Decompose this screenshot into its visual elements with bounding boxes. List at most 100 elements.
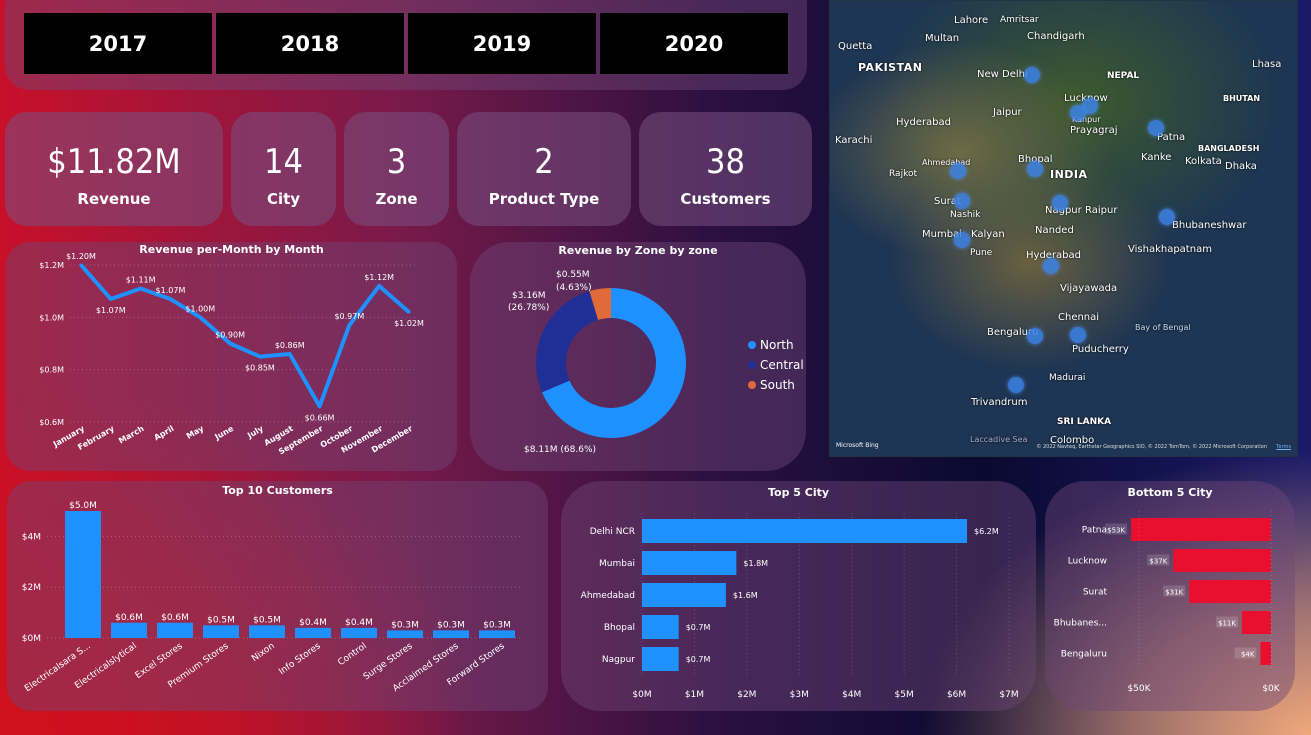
y-tick-label: Ahmedabad xyxy=(581,591,635,601)
map-label-bay: Bay of Bengal xyxy=(1135,323,1191,332)
data-label: $1.02M xyxy=(394,319,424,328)
data-label: $1.20M xyxy=(66,252,96,261)
map-bubble-ahmedabad[interactable] xyxy=(950,163,966,179)
data-label: $1.6M xyxy=(733,591,758,600)
map-label-prayagraj: Prayagraj xyxy=(1070,125,1118,136)
legend-central[interactable]: Central xyxy=(748,358,804,372)
bar xyxy=(642,615,679,639)
legend-dot xyxy=(748,341,756,349)
x-tick-label: $6M xyxy=(947,690,966,700)
bar xyxy=(642,647,679,671)
kpi-label: City xyxy=(266,190,301,208)
bottom-city-bar-chart[interactable]: $53KPatna $37K Lucknow $31K Surat $11K Bhubane… xyxy=(1045,481,1295,711)
bar xyxy=(1131,518,1271,541)
x-tick-label: June xyxy=(213,424,236,442)
legend-label: South xyxy=(760,378,795,392)
map-label-sea: Laccadive Sea xyxy=(970,435,1028,444)
bar xyxy=(642,583,726,607)
x-tick-label: April xyxy=(152,424,175,443)
map-label-india: INDIA xyxy=(1050,168,1088,181)
bottom-city-chart-panel: Bottom 5 City $53K Patna $37K Lucknow $31K Su… xyxy=(1045,481,1295,711)
y-tick-label: $0.6M xyxy=(39,418,64,427)
map-label-nanded: Nanded xyxy=(1035,225,1074,236)
bar xyxy=(479,630,515,638)
kpi-value: 14 xyxy=(264,142,303,182)
y-tick-label: Bengaluru xyxy=(1061,650,1107,660)
map-bubble-bhopal[interactable] xyxy=(1027,161,1043,177)
bar xyxy=(1241,611,1271,634)
x-tick-label: $0M xyxy=(632,690,651,700)
map-label-puducherry: Puducherry xyxy=(1072,344,1129,355)
bar xyxy=(65,511,101,638)
data-label: $0.5M xyxy=(253,615,281,625)
data-label: (4.63%) xyxy=(556,283,592,293)
line-point xyxy=(258,355,262,359)
top-city-bar-chart[interactable]: $0M $1M $2M $3M $4M $5M $6M $7M $6.2M Delhi NCR $1… xyxy=(561,481,1036,711)
x-tick-label: July xyxy=(245,424,265,441)
map-label-lahore: Lahore xyxy=(954,15,989,26)
map-label-nepal: NEPAL xyxy=(1107,71,1140,81)
y-tick-label: Delhi NCR xyxy=(590,527,635,537)
kpi-card-city: 14 City xyxy=(231,112,336,226)
map-bubble-mumbai[interactable] xyxy=(954,232,970,248)
map-bubble-chennai[interactable] xyxy=(1070,327,1086,343)
bar xyxy=(249,625,285,638)
map-bubble-kanpur[interactable] xyxy=(1070,105,1086,121)
line-point xyxy=(139,287,143,291)
year-button-2019[interactable]: 2019 xyxy=(408,13,596,74)
data-label: $1.12M xyxy=(364,273,394,282)
bar xyxy=(1173,549,1271,572)
map-label-srilanka: SRI LANKA xyxy=(1057,417,1112,427)
y-tick-label: Nagpur xyxy=(602,655,635,665)
map-label-bhutan: BHUTAN xyxy=(1223,94,1261,103)
revenue-month-line-chart[interactable]: $1.2M$1.0M$0.8M$0.6M$1.20M$1.07M$1.11M$1… xyxy=(6,242,457,471)
y-tick-label: $0M xyxy=(22,634,41,644)
data-label: $0.66M xyxy=(305,413,335,422)
map-label-newdelhi: New Delhi xyxy=(977,69,1028,80)
kpi-card-zone: 3 Zone xyxy=(344,112,449,226)
map-label-amritsar: Amritsar xyxy=(1000,15,1039,25)
map-label-vishakhapatnam: Vishakhapatnam xyxy=(1128,244,1212,255)
map-bubble-bengaluru[interactable] xyxy=(1027,328,1043,344)
year-button-2018[interactable]: 2018 xyxy=(216,13,404,74)
revenue-zone-donut-chart[interactable]: $8.11M (68.6%) $3.16M (26.78%) $0.55M (4.63%… xyxy=(470,242,806,471)
map-bubble-bhubaneshwar[interactable] xyxy=(1159,209,1175,225)
map-terms-link[interactable]: Terms xyxy=(1276,444,1291,450)
legend-label: North xyxy=(760,338,794,352)
bar xyxy=(295,627,331,638)
data-label: $0.7M xyxy=(686,623,711,632)
kpi-card-customers: 38 Customers xyxy=(639,112,812,226)
top-customers-chart-panel: Top 10 Customers $4M $2M $0M $5.0M Electrica… xyxy=(7,481,548,711)
map-bubble-tiruppur[interactable] xyxy=(1008,377,1024,393)
data-label: $0.7M xyxy=(686,655,711,664)
line-point xyxy=(228,342,232,345)
top-customers-bar-chart[interactable]: $4M$2M$0M$5.0MElectricalsara S...$0.6MEl… xyxy=(7,481,548,711)
data-label: $0.55M xyxy=(556,270,590,280)
map-bubble-newdelhi[interactable] xyxy=(1024,67,1040,83)
x-tick-label: $4M xyxy=(842,690,861,700)
map-bubble-nagpur[interactable] xyxy=(1052,195,1068,211)
india-map[interactable]: PAKISTAN INDIA NEPAL BHUTAN BANGLADESH S… xyxy=(829,0,1298,457)
data-label: $4K xyxy=(1241,651,1255,659)
bar xyxy=(433,630,469,638)
y-tick-label: Surat xyxy=(1083,588,1108,598)
data-label: $37K xyxy=(1149,558,1167,566)
year-button-2017[interactable]: 2017 xyxy=(24,13,212,74)
data-label: $31K xyxy=(1165,589,1183,597)
year-button-2020[interactable]: 2020 xyxy=(600,13,788,74)
data-label: (26.78%) xyxy=(508,303,549,313)
line-point xyxy=(109,297,113,301)
legend-south[interactable]: South xyxy=(748,378,795,392)
map-bubble-surat[interactable] xyxy=(954,193,970,209)
map-label-raipur: Raipur xyxy=(1085,205,1118,216)
legend-north[interactable]: North xyxy=(748,338,794,352)
bing-logo-text: Microsoft Bing xyxy=(836,442,879,449)
legend-dot xyxy=(748,361,756,369)
y-tick-label: Lucknow xyxy=(1068,557,1107,567)
map-bubble-hyderabad[interactable] xyxy=(1043,258,1059,274)
x-tick-label: Control xyxy=(336,641,368,668)
map-label-chennai: Chennai xyxy=(1058,312,1100,323)
y-tick-label: Bhopal xyxy=(604,623,635,633)
kpi-card-revenue: $11.82M Revenue xyxy=(5,112,223,226)
map-bubble-patna[interactable] xyxy=(1148,120,1164,136)
